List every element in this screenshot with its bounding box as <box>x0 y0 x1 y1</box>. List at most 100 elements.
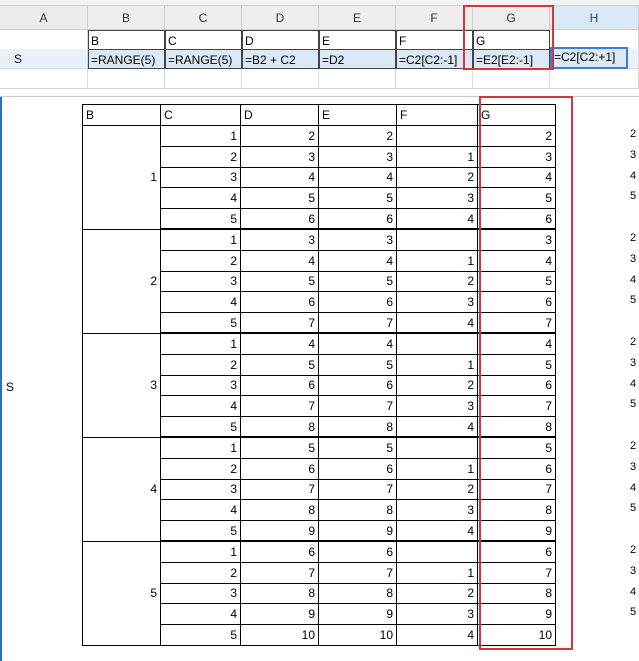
result-cell-c: 2 <box>160 145 241 168</box>
result-cell-e: 5 <box>318 436 397 459</box>
cell-e1[interactable]: E <box>319 30 396 50</box>
pane-separator <box>0 96 639 97</box>
column-header-g[interactable]: G <box>473 6 550 30</box>
result-cell-c: 1 <box>160 540 241 563</box>
cell-g2[interactable]: =E2[E2:-1] <box>473 49 550 69</box>
column-h-partial-value: 4 <box>630 586 637 598</box>
result-cell-c: 5 <box>160 416 241 438</box>
column-h-partial-value: 2 <box>630 128 637 140</box>
result-cell-c: 4 <box>160 395 241 418</box>
column-header-h[interactable]: H <box>550 6 639 30</box>
result-cell-e: 6 <box>318 374 397 397</box>
cell-g1[interactable]: G <box>473 30 550 50</box>
result-cell-f: 2 <box>396 582 478 605</box>
result-cell-d: 4 <box>240 249 319 272</box>
result-cell-e: 4 <box>318 249 397 272</box>
cell-b2[interactable]: =RANGE(5) <box>88 49 165 69</box>
column-header-c[interactable]: C <box>165 6 242 30</box>
column-h-partial-value: 4 <box>630 274 637 286</box>
result-cell-c: 2 <box>160 249 241 272</box>
column-header-a[interactable]: A <box>0 6 88 30</box>
result-cell-c: 3 <box>160 582 241 605</box>
result-cell-f <box>396 228 478 251</box>
column-header-f[interactable]: F <box>396 6 473 30</box>
result-cell-d: 7 <box>240 561 319 584</box>
cell-e3[interactable] <box>319 69 396 89</box>
result-cell-f: 4 <box>396 624 478 646</box>
result-cell-c: 5 <box>160 208 241 230</box>
result-row: 51666 <box>82 540 556 646</box>
cell-h2-selected[interactable]: =C2[C2:+1] <box>550 47 628 69</box>
result-cell-d: 4 <box>240 332 319 355</box>
result-cell-g: 8 <box>477 582 556 605</box>
result-group-b: 1 <box>82 125 161 230</box>
result-cell-e: 8 <box>318 582 397 605</box>
cell-h3[interactable] <box>550 69 639 89</box>
column-h-partial-value: 2 <box>630 544 637 556</box>
result-cell-f <box>396 332 478 355</box>
column-header-b[interactable]: B <box>88 6 165 30</box>
result-cell-d: 6 <box>240 457 319 480</box>
result-cell-g: 6 <box>477 374 556 397</box>
result-cell-d: 9 <box>240 520 319 542</box>
result-cell-c: 3 <box>160 166 241 189</box>
cell-c2[interactable]: =RANGE(5) <box>165 49 242 69</box>
result-cell-f: 1 <box>396 145 478 168</box>
column-h-partial-value: 5 <box>630 606 637 618</box>
result-header-d: D <box>240 104 319 126</box>
column-h-partial-value: 3 <box>630 565 637 577</box>
column-h-partial-value: 4 <box>630 482 637 494</box>
column-header-e[interactable]: E <box>319 6 396 30</box>
result-cell-g: 9 <box>477 603 556 626</box>
result-cell-f: 1 <box>396 457 478 480</box>
column-header-d[interactable]: D <box>242 6 319 30</box>
result-cell-f: 3 <box>396 291 478 314</box>
cell-d2[interactable]: =B2 + C2 <box>242 49 319 69</box>
result-cell-c: 2 <box>160 561 241 584</box>
result-cell-f: 1 <box>396 561 478 584</box>
result-cell-g: 5 <box>477 436 556 459</box>
result-cell-e: 2 <box>318 125 397 147</box>
result-cell-e: 6 <box>318 208 397 230</box>
cell-b1[interactable]: B <box>88 30 165 50</box>
column-h-partial-value: 3 <box>630 357 637 369</box>
result-cell-c: 4 <box>160 499 241 522</box>
result-cell-g: 5 <box>477 353 556 376</box>
result-cell-d: 3 <box>240 228 319 251</box>
cell-i2[interactable] <box>628 49 639 69</box>
result-cell-d: 7 <box>240 312 319 334</box>
cell-e2[interactable]: =D2 <box>319 49 396 69</box>
result-header-e: E <box>318 104 397 126</box>
result-cell-c: 3 <box>160 478 241 501</box>
result-cell-g: 7 <box>477 561 556 584</box>
cell-f2[interactable]: =C2[C2:-1] <box>396 49 473 69</box>
column-h-partial-value: 5 <box>630 398 637 410</box>
cell-d1[interactable]: D <box>242 30 319 50</box>
result-cell-c: 5 <box>160 624 241 646</box>
cell-d3[interactable] <box>242 69 319 89</box>
column-h-partial-value: 3 <box>630 149 637 161</box>
cell-c1[interactable]: C <box>165 30 242 50</box>
column-h-partial-value: 3 <box>630 253 637 265</box>
result-cell-d: 6 <box>240 208 319 230</box>
result-cell-e: 3 <box>318 228 397 251</box>
pane-edge-bar <box>0 97 2 661</box>
cell-f1[interactable]: F <box>396 30 473 50</box>
cell-a2[interactable]: S <box>0 49 88 69</box>
result-cell-g: 5 <box>477 187 556 210</box>
cell-a1[interactable] <box>0 30 88 50</box>
result-cell-g: 7 <box>477 395 556 418</box>
result-cell-e: 6 <box>318 291 397 314</box>
cell-f3[interactable] <box>396 69 473 89</box>
cell-b3[interactable] <box>88 69 165 89</box>
result-cell-g: 3 <box>477 228 556 251</box>
result-cell-f: 2 <box>396 374 478 397</box>
result-cell-c: 5 <box>160 520 241 542</box>
result-cell-f <box>396 125 478 147</box>
cell-c3[interactable] <box>165 69 242 89</box>
result-cell-e: 3 <box>318 145 397 168</box>
cell-a3[interactable] <box>0 69 88 89</box>
spreadsheet-grid: A B C D E F G H B C D E F G S =RANGE(5) … <box>0 0 639 97</box>
cell-g3[interactable] <box>473 69 550 89</box>
result-cell-c: 3 <box>160 270 241 293</box>
